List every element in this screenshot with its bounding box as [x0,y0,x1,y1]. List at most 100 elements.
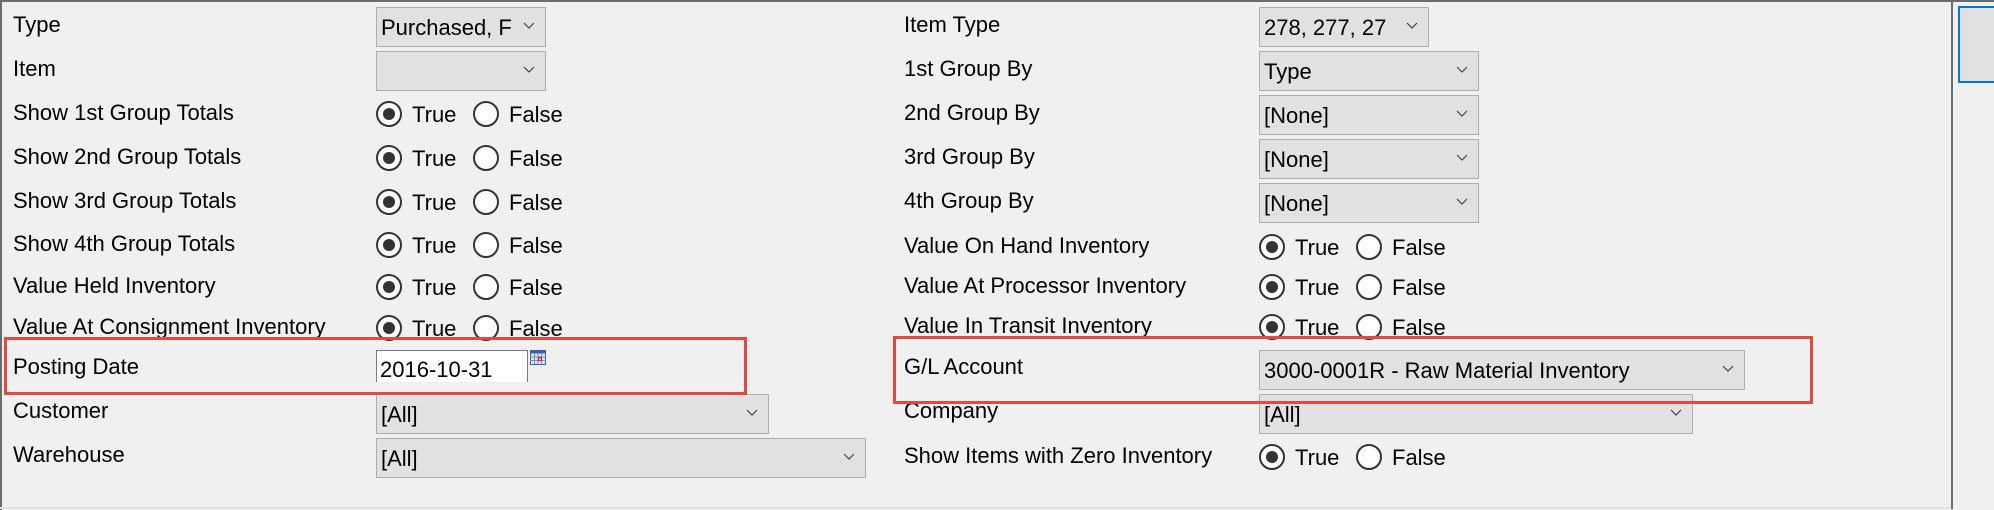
customer-label: Customer [13,398,109,423]
side-action-button[interactable] [1958,6,1994,83]
value-on-hand-inventory-label: Value On Hand Inventory [904,233,1150,258]
customer-dropdown[interactable]: [All] [376,394,769,434]
true-option-label[interactable]: True [1295,444,1339,472]
group-by-4-label: 4th Group By [904,188,1034,213]
show-3rd-group-totals-true-radio[interactable] [376,189,402,215]
chevron-down-icon [1455,106,1469,120]
value-at-consignment-inventory-true-radio[interactable] [376,315,402,341]
value-at-processor-inventory-label: Value At Processor Inventory [904,273,1187,298]
group-by-2-dropdown[interactable]: [None] [1259,95,1479,135]
show-4th-group-totals-label: Show 4th Group Totals [13,231,236,256]
show-2nd-group-totals-false-radio[interactable] [473,145,499,171]
show-1st-group-totals-false-radio[interactable] [473,101,499,127]
false-option-label[interactable]: False [1392,444,1446,472]
true-option-label[interactable]: True [412,189,456,217]
company-label: Company [904,398,999,423]
group-by-3-label: 3rd Group By [904,144,1035,169]
value-at-consignment-inventory-false-radio[interactable] [473,315,499,341]
gl-account-dropdown-value: 3000-0001R - Raw Material Inventory [1264,358,1630,383]
show-4th-group-totals-true-radio[interactable] [376,232,402,258]
panel-divider [1951,0,1953,509]
value-at-processor-inventory-true-radio[interactable] [1259,274,1285,300]
false-option-label[interactable]: False [509,274,563,302]
true-option-label[interactable]: True [1295,234,1339,262]
show-items-zero-inventory-label: Show Items with Zero Inventory [904,443,1213,468]
chevron-down-icon [842,449,856,463]
show-1st-group-totals-label: Show 1st Group Totals [13,100,234,125]
true-option-label[interactable]: True [412,232,456,260]
chevron-down-icon [1669,405,1683,419]
show-1st-group-totals-true-radio[interactable] [376,101,402,127]
type-label: Type [13,12,61,37]
show-items-zero-inventory-false-radio[interactable] [1356,444,1382,470]
item-type-label: Item Type [904,12,1001,37]
false-option-label[interactable]: False [509,315,563,343]
true-option-label[interactable]: True [412,315,456,343]
panel-bottom-border [0,507,1952,509]
posting-date-input[interactable]: 2016-10-31 [376,350,528,382]
type-dropdown[interactable]: Purchased, F [376,7,546,47]
group-by-1-dropdown-value: Type [1264,59,1312,84]
company-dropdown[interactable]: [All] [1259,394,1693,434]
posting-date-label: Posting Date [13,354,139,379]
false-option-label[interactable]: False [509,232,563,260]
value-held-inventory-true-radio[interactable] [376,274,402,300]
item-dropdown[interactable] [376,51,546,91]
show-2nd-group-totals-true-radio[interactable] [376,145,402,171]
false-option-label[interactable]: False [509,101,563,129]
false-option-label[interactable]: False [1392,234,1446,262]
value-in-transit-inventory-true-radio[interactable] [1259,314,1285,340]
warehouse-dropdown-value: [All] [381,446,418,471]
group-by-4-dropdown-value: [None] [1264,191,1329,216]
item-type-dropdown-value: 278, 277, 27 [1264,15,1387,40]
true-option-label[interactable]: True [412,274,456,302]
group-by-2-label: 2nd Group By [904,100,1040,125]
gl-account-dropdown[interactable]: 3000-0001R - Raw Material Inventory [1259,350,1745,390]
value-in-transit-inventory-false-radio[interactable] [1356,314,1382,340]
group-by-3-dropdown-value: [None] [1264,147,1329,172]
group-by-1-dropdown[interactable]: Type [1259,51,1479,91]
show-items-zero-inventory-true-radio[interactable] [1259,444,1285,470]
company-dropdown-value: [All] [1264,402,1301,427]
chevron-down-icon [522,62,536,76]
value-on-hand-inventory-true-radio[interactable] [1259,234,1285,260]
false-option-label[interactable]: False [509,145,563,173]
chevron-down-icon [1455,194,1469,208]
false-option-label[interactable]: False [509,189,563,217]
window-left-border [0,0,2,510]
true-option-label[interactable]: True [1295,274,1339,302]
value-at-processor-inventory-false-radio[interactable] [1356,274,1382,300]
chevron-down-icon [522,18,536,32]
group-by-1-label: 1st Group By [904,56,1033,81]
value-on-hand-inventory-false-radio[interactable] [1356,234,1382,260]
true-option-label[interactable]: True [412,101,456,129]
warehouse-label: Warehouse [13,442,125,467]
chevron-down-icon [745,405,759,419]
true-option-label[interactable]: True [1295,314,1339,342]
show-3rd-group-totals-label: Show 3rd Group Totals [13,188,237,213]
posting-date-value: 2016-10-31 [380,357,493,382]
group-by-3-dropdown[interactable]: [None] [1259,139,1479,179]
show-3rd-group-totals-false-radio[interactable] [473,189,499,215]
false-option-label[interactable]: False [1392,314,1446,342]
type-dropdown-value: Purchased, F [381,15,512,40]
value-held-inventory-false-radio[interactable] [473,274,499,300]
value-in-transit-inventory-label: Value In Transit Inventory [904,313,1152,338]
true-option-label[interactable]: True [412,145,456,173]
gl-account-label: G/L Account [904,354,1024,379]
window-top-border [0,0,1994,2]
chevron-down-icon [1405,18,1419,32]
group-by-4-dropdown[interactable]: [None] [1259,183,1479,223]
group-by-2-dropdown-value: [None] [1264,103,1329,128]
warehouse-dropdown[interactable]: [All] [376,438,866,478]
chevron-down-icon [1721,361,1735,375]
value-held-inventory-label: Value Held Inventory [13,273,216,298]
show-2nd-group-totals-label: Show 2nd Group Totals [13,144,242,169]
chevron-down-icon [1455,62,1469,76]
calendar-icon[interactable] [530,350,546,365]
false-option-label[interactable]: False [1392,274,1446,302]
item-label: Item [13,56,56,81]
value-at-consignment-inventory-label: Value At Consignment Inventory [13,314,326,339]
show-4th-group-totals-false-radio[interactable] [473,232,499,258]
item-type-dropdown[interactable]: 278, 277, 27 [1259,7,1429,47]
